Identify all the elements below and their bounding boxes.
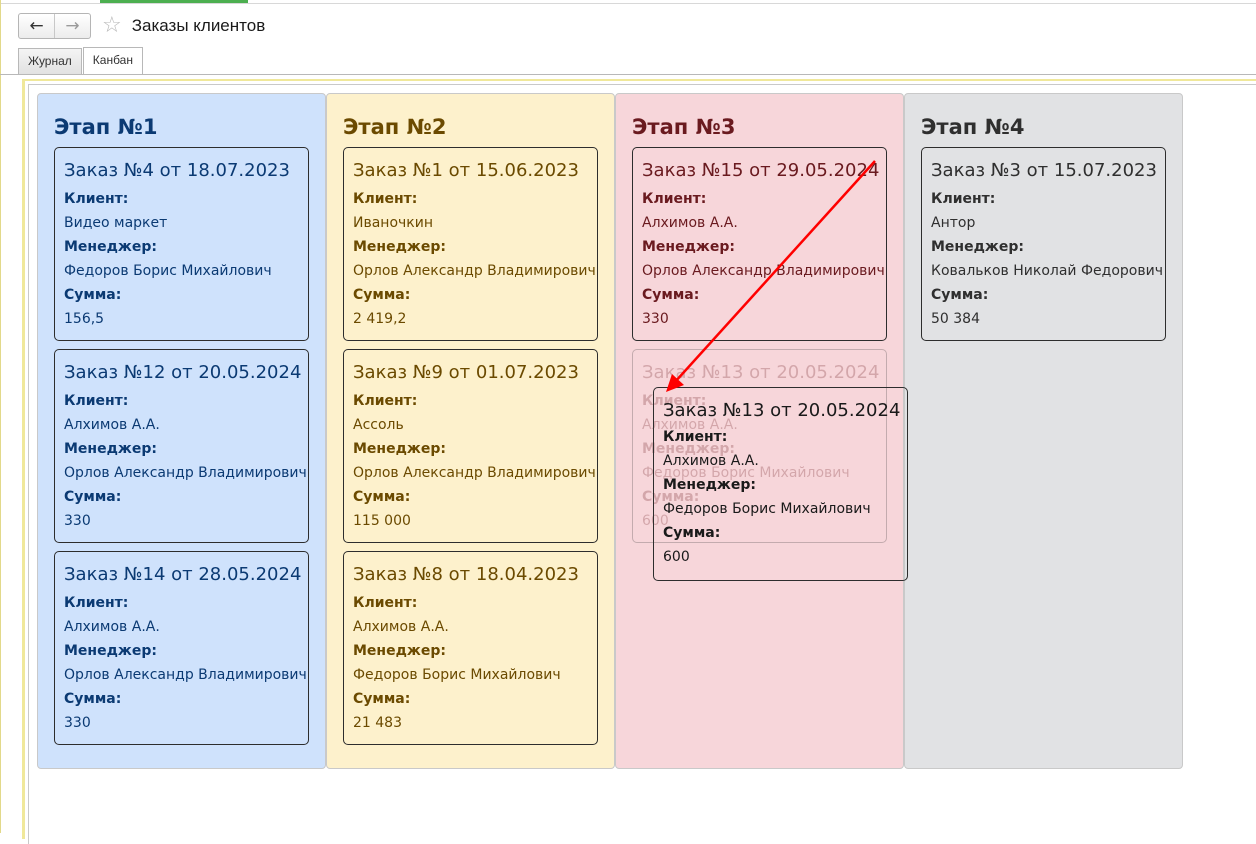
manager-value: Федоров Борис Михайлович <box>663 501 871 517</box>
kanban-board: Этап №1 Заказ №4 от 18.07.2023 Клиент: В… <box>37 93 1183 769</box>
sum-label: Сумма: <box>663 525 721 541</box>
dragging-order-card[interactable]: Заказ №13 от 20.05.2024 Клиент: Алхимов … <box>653 387 908 581</box>
column-title: Этап №1 <box>54 115 158 139</box>
order-card[interactable]: Заказ №3 от 15.07.2023 Клиент: Антор Мен… <box>921 147 1166 341</box>
client-value: Иваночкин <box>353 215 434 231</box>
kanban-column-stage-2[interactable]: Этап №2 Заказ №1 от 15.06.2023 Клиент: И… <box>326 93 615 769</box>
manager-label: Менеджер: <box>642 239 735 255</box>
sum-value: 115 000 <box>353 513 411 529</box>
order-card[interactable]: Заказ №4 от 18.07.2023 Клиент: Видео мар… <box>54 147 309 341</box>
tab-bar: Журнал Канбан <box>18 47 144 75</box>
card-title: Заказ №1 от 15.06.2023 <box>353 160 579 181</box>
manager-value: Федоров Борис Михайлович <box>353 667 561 683</box>
sum-label: Сумма: <box>353 691 411 707</box>
order-card[interactable]: Заказ №1 от 15.06.2023 Клиент: Иваночкин… <box>343 147 598 341</box>
order-card[interactable]: Заказ №12 от 20.05.2024 Клиент: Алхимов … <box>54 349 309 543</box>
sum-label: Сумма: <box>353 287 411 303</box>
client-value: Видео маркет <box>64 215 168 231</box>
tab-kanban[interactable]: Канбан <box>82 47 143 75</box>
card-title: Заказ №15 от 29.05.2024 <box>642 160 880 181</box>
client-label: Клиент: <box>663 429 728 445</box>
manager-value: Орлов Александр Владимирович <box>353 263 596 279</box>
sum-label: Сумма: <box>353 489 411 505</box>
card-title: Заказ №13 от 20.05.2024 <box>663 400 901 421</box>
manager-label: Менеджер: <box>353 239 446 255</box>
card-title: Заказ №12 от 20.05.2024 <box>64 362 302 383</box>
card-title: Заказ №13 от 20.05.2024 <box>642 362 880 383</box>
client-value: Алхимов А.А. <box>64 417 160 433</box>
sum-label: Сумма: <box>931 287 989 303</box>
sum-value: 330 <box>642 311 669 327</box>
client-value: Алхимов А.А. <box>642 215 738 231</box>
sum-value: 330 <box>64 513 91 529</box>
card-title: Заказ №4 от 18.07.2023 <box>64 160 290 181</box>
card-title: Заказ №8 от 18.04.2023 <box>353 564 579 585</box>
order-card[interactable]: Заказ №15 от 29.05.2024 Клиент: Алхимов … <box>632 147 887 341</box>
manager-value: Федоров Борис Михайлович <box>64 263 272 279</box>
kanban-column-stage-4[interactable]: Этап №4 Заказ №3 от 15.07.2023 Клиент: А… <box>904 93 1183 769</box>
top-divider <box>0 3 1256 4</box>
column-title: Этап №2 <box>343 115 447 139</box>
page-title: Заказы клиентов <box>131 16 266 35</box>
sum-value: 50 384 <box>931 311 980 327</box>
manager-value: Орлов Александр Владимирович <box>64 667 307 683</box>
manager-value: Орлов Александр Владимирович <box>353 465 596 481</box>
arrow-left-icon: ← <box>29 16 44 36</box>
card-title: Заказ №14 от 28.05.2024 <box>64 564 302 585</box>
sum-value: 21 483 <box>353 715 402 731</box>
sum-value: 600 <box>663 549 690 565</box>
sum-label: Сумма: <box>642 287 700 303</box>
navigation-buttons: ← → <box>18 13 91 39</box>
manager-value: Орлов Александр Владимирович <box>642 263 885 279</box>
manager-label: Менеджер: <box>353 643 446 659</box>
sum-label: Сумма: <box>64 691 122 707</box>
client-label: Клиент: <box>353 191 418 207</box>
manager-label: Менеджер: <box>64 643 157 659</box>
toolbar: ← → ☆ Заказы клиентов <box>18 13 265 39</box>
manager-label: Менеджер: <box>931 239 1024 255</box>
manager-value: Орлов Александр Владимирович <box>64 465 307 481</box>
back-button[interactable]: ← <box>19 14 55 38</box>
card-title: Заказ №9 от 01.07.2023 <box>353 362 579 383</box>
order-card[interactable]: Заказ №8 от 18.04.2023 Клиент: Алхимов А… <box>343 551 598 745</box>
order-card[interactable]: Заказ №14 от 28.05.2024 Клиент: Алхимов … <box>54 551 309 745</box>
client-value: Алхимов А.А. <box>64 619 160 635</box>
favorite-star-icon[interactable]: ☆ <box>102 15 122 37</box>
sum-label: Сумма: <box>64 489 122 505</box>
manager-label: Менеджер: <box>64 441 157 457</box>
client-label: Клиент: <box>64 595 129 611</box>
sum-value: 330 <box>64 715 91 731</box>
order-card[interactable]: Заказ №9 от 01.07.2023 Клиент: Ассоль Ме… <box>343 349 598 543</box>
client-label: Клиент: <box>64 393 129 409</box>
client-label: Клиент: <box>64 191 129 207</box>
client-value: Алхимов А.А. <box>353 619 449 635</box>
card-title: Заказ №3 от 15.07.2023 <box>931 160 1157 181</box>
tab-divider <box>0 74 1256 75</box>
client-value: Антор <box>931 215 976 231</box>
manager-label: Менеджер: <box>64 239 157 255</box>
column-title: Этап №4 <box>921 115 1025 139</box>
arrow-right-icon: → <box>65 16 80 36</box>
left-edge <box>0 0 1 833</box>
kanban-column-stage-1[interactable]: Этап №1 Заказ №4 от 18.07.2023 Клиент: В… <box>37 93 326 769</box>
sum-value: 2 419,2 <box>353 311 407 327</box>
client-value: Ассоль <box>353 417 404 433</box>
client-value: Алхимов А.А. <box>663 453 759 469</box>
sum-label: Сумма: <box>64 287 122 303</box>
client-label: Клиент: <box>353 393 418 409</box>
sum-value: 156,5 <box>64 311 105 327</box>
manager-label: Менеджер: <box>663 477 756 493</box>
tab-journal[interactable]: Журнал <box>18 48 82 74</box>
client-label: Клиент: <box>642 191 707 207</box>
forward-button[interactable]: → <box>55 14 90 38</box>
client-label: Клиент: <box>353 595 418 611</box>
client-label: Клиент: <box>931 191 996 207</box>
manager-value: Ковальков Николай Федорович <box>931 263 1163 279</box>
manager-label: Менеджер: <box>353 441 446 457</box>
column-title: Этап №3 <box>632 115 736 139</box>
